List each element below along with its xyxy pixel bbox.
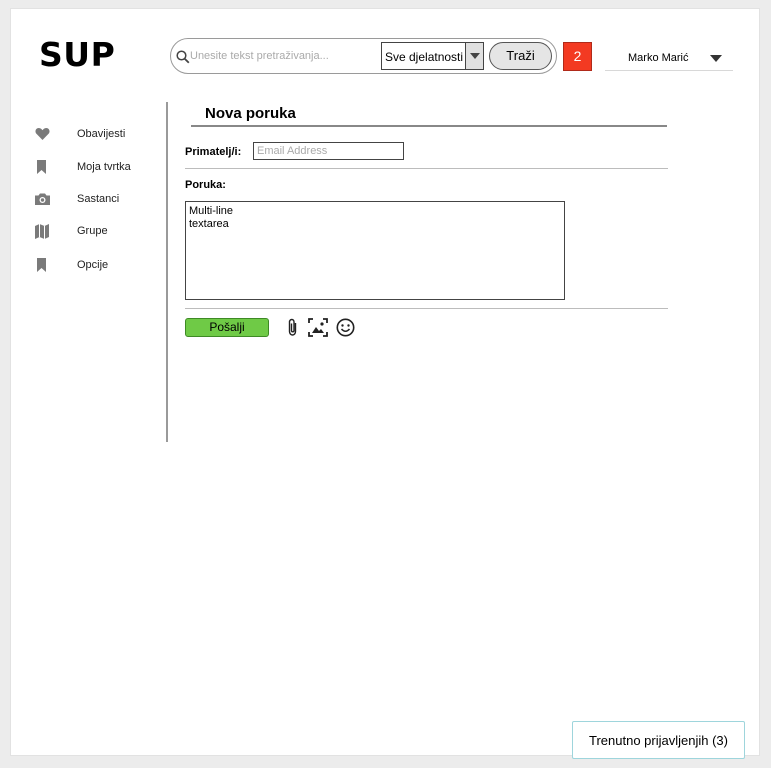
- heart-icon: [35, 127, 50, 141]
- sidebar-item-label: Moja tvrtka: [77, 161, 131, 173]
- user-name: Marko Marić: [628, 52, 689, 64]
- camera-icon: [35, 192, 50, 206]
- sidebar-item-label: Sastanci: [77, 193, 120, 205]
- smiley-icon[interactable]: [336, 318, 355, 342]
- page-title: Nova poruka: [205, 105, 296, 122]
- sidebar-item-grupe[interactable]: Grupe: [35, 222, 155, 242]
- sidebar-item-obavijesti[interactable]: Obavijesti: [35, 125, 155, 145]
- bookmark-icon: [35, 258, 49, 272]
- bookmark-icon: [35, 160, 49, 174]
- activity-select-value: Sve djelatnosti: [385, 50, 464, 64]
- notification-badge[interactable]: 2: [563, 42, 592, 71]
- online-users-button[interactable]: Trenutno prijavljenjih (3): [572, 721, 745, 759]
- sidebar-item-label: Opcije: [77, 259, 109, 271]
- user-menu[interactable]: Marko Marić: [605, 47, 733, 71]
- caret-down-icon[interactable]: [710, 55, 722, 62]
- message-label: Poruka:: [185, 179, 226, 191]
- paperclip-icon[interactable]: [287, 318, 299, 342]
- sidebar-item-sastanci[interactable]: Sastanci: [35, 190, 155, 210]
- sidebar-item-label: Obavijesti: [77, 128, 126, 140]
- title-divider: [191, 125, 667, 127]
- search-button[interactable]: Traži: [489, 42, 552, 70]
- activity-select[interactable]: Sve djelatnosti: [381, 42, 484, 70]
- divider: [185, 308, 668, 309]
- sidebar-divider: [166, 102, 168, 442]
- app-frame: SUP Sve djelatnosti Traži 2 Marko Marić …: [10, 8, 760, 759]
- app-logo: SUP: [39, 35, 116, 74]
- search-input[interactable]: [190, 48, 380, 64]
- send-button[interactable]: Pošalji: [185, 318, 269, 337]
- search-icon[interactable]: [176, 50, 190, 69]
- chevron-down-icon[interactable]: [465, 43, 483, 69]
- sidebar-item-moja-tvrtka[interactable]: Moja tvrtka: [35, 158, 155, 178]
- sidebar-item-opcije[interactable]: Opcije: [35, 256, 155, 276]
- recipients-field[interactable]: [253, 142, 404, 160]
- sidebar-item-label: Grupe: [77, 225, 108, 237]
- recipients-label: Primatelj/i:: [185, 146, 242, 158]
- divider: [185, 168, 668, 169]
- search-bar: Sve djelatnosti Traži: [170, 38, 557, 74]
- image-icon[interactable]: [308, 318, 328, 342]
- map-icon: [35, 224, 49, 239]
- message-textarea[interactable]: Multi-line textarea: [185, 201, 565, 300]
